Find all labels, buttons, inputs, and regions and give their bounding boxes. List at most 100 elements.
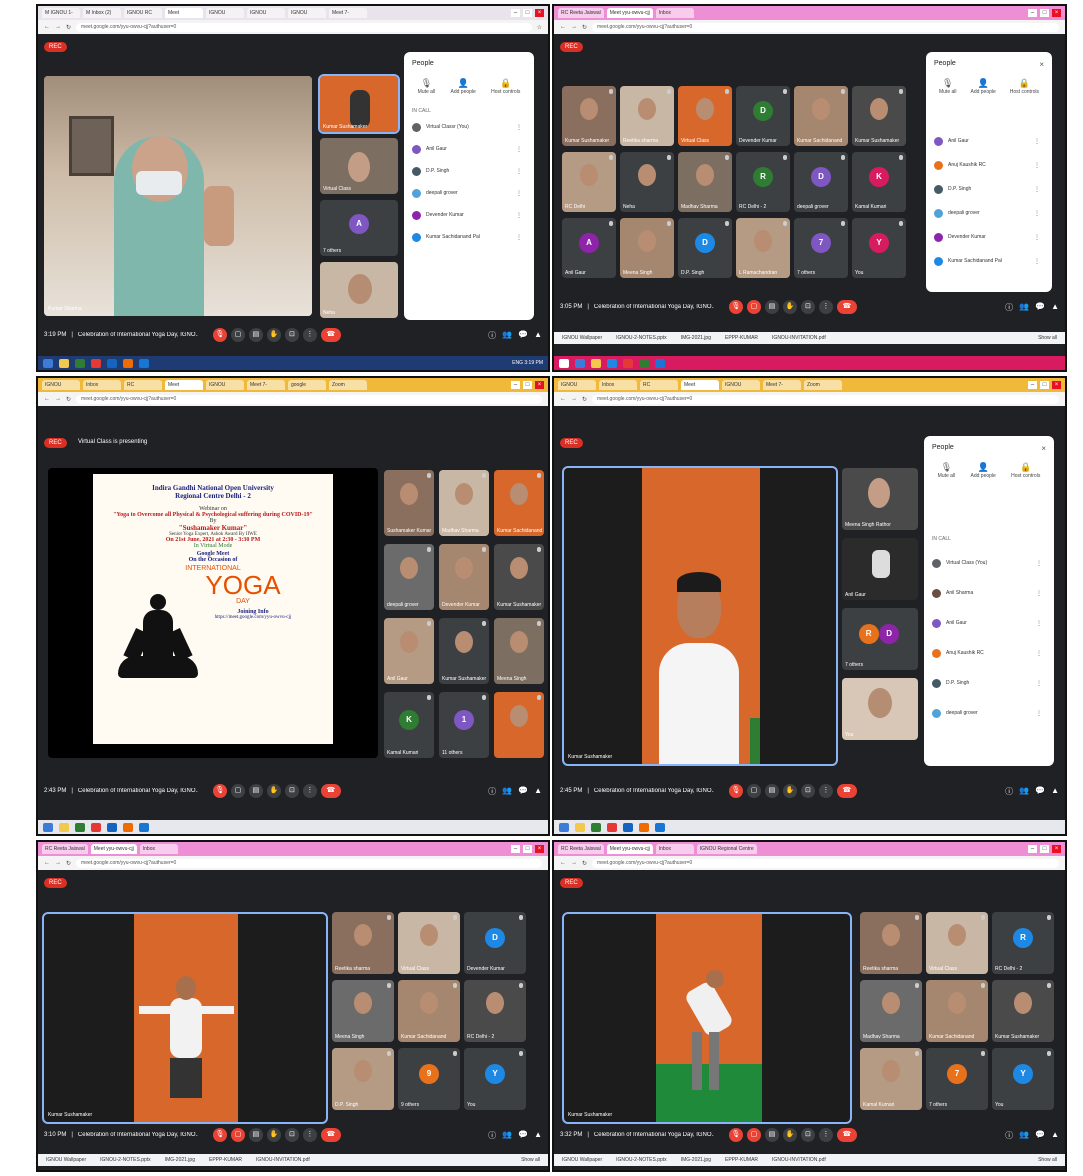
row-actions-icon[interactable]: ⋮ bbox=[516, 212, 526, 219]
browser-tab[interactable]: Inbox bbox=[655, 8, 694, 18]
captions-icon[interactable]: ▤ bbox=[248, 1128, 263, 1142]
maximize-icon[interactable]: □ bbox=[1040, 9, 1049, 17]
app-icon[interactable] bbox=[639, 822, 649, 832]
browser-tab[interactable]: IGNOU bbox=[42, 380, 80, 390]
activities-icon[interactable]: ▲ bbox=[534, 786, 542, 797]
participant-row[interactable]: D.P. Singh ⋮ bbox=[412, 164, 526, 178]
captions-icon[interactable]: ▤ bbox=[248, 328, 263, 342]
participant-tile[interactable]: D.P. Singh bbox=[332, 1048, 394, 1110]
participant-row[interactable]: Devender Kumar ⋮ bbox=[934, 230, 1044, 244]
camera-icon[interactable]: ▢ bbox=[230, 784, 245, 798]
more-options-icon[interactable]: ⋮ bbox=[302, 1128, 317, 1142]
back-icon[interactable]: ← bbox=[560, 860, 566, 866]
download-item[interactable]: IGNOU-INVITATION.pdf bbox=[256, 1157, 310, 1163]
participant-tile[interactable]: Madhav Sharma bbox=[860, 980, 922, 1042]
row-actions-icon[interactable]: ⋮ bbox=[516, 124, 526, 131]
browser-tab[interactable]: IGNOU bbox=[722, 380, 760, 390]
forward-icon[interactable]: → bbox=[571, 860, 577, 866]
end-call-button[interactable]: ☎ bbox=[836, 1128, 857, 1142]
participant-tile[interactable] bbox=[494, 692, 544, 758]
participant-tile[interactable]: K Kamal Kumari bbox=[384, 692, 434, 758]
browser-tab-active[interactable]: Meet bbox=[165, 8, 203, 18]
present-icon[interactable]: ⊡ bbox=[284, 784, 299, 798]
participant-tile[interactable]: K Kamal Kumari bbox=[852, 152, 906, 212]
download-item[interactable]: IGNOU-2-NOTES.pptx bbox=[616, 1157, 667, 1163]
browser-tab[interactable]: Inbox bbox=[599, 380, 637, 390]
participant-row[interactable]: Anuj Kaushik RC ⋮ bbox=[934, 158, 1044, 172]
activities-icon[interactable]: ▲ bbox=[1051, 786, 1059, 797]
participant-tile[interactable]: L Ramachandran bbox=[736, 218, 790, 278]
participant-row[interactable]: Anil Sharma ⋮ bbox=[932, 586, 1046, 600]
forward-icon[interactable]: → bbox=[571, 396, 577, 402]
browser-tab[interactable]: Zoom bbox=[329, 380, 367, 390]
minimize-icon[interactable]: – bbox=[1028, 845, 1037, 853]
chat-icon[interactable]: 💬 bbox=[1035, 1130, 1045, 1141]
end-call-button[interactable]: ☎ bbox=[320, 784, 341, 798]
more-options-icon[interactable]: ⋮ bbox=[302, 328, 317, 342]
chat-icon[interactable]: 💬 bbox=[518, 1130, 528, 1141]
browser-tab-active[interactable]: Meet bbox=[681, 380, 719, 390]
minimize-icon[interactable]: – bbox=[1028, 9, 1037, 17]
browser-tab-active[interactable]: Meet yyu-owvu-cjj bbox=[606, 844, 653, 854]
browser-tab[interactable]: Inbox bbox=[83, 380, 121, 390]
download-item[interactable]: IGNOU Wallpaper bbox=[46, 1157, 86, 1163]
browser-tab[interactable]: google bbox=[288, 380, 326, 390]
url-field[interactable]: meet.google.com/yyu-owvu-cjj?authuser=0 bbox=[76, 858, 542, 868]
minimize-icon[interactable]: – bbox=[511, 381, 520, 389]
participant-tile[interactable]: Kumar Sushamaker bbox=[439, 618, 489, 684]
back-icon[interactable]: ← bbox=[560, 396, 566, 402]
captions-icon[interactable]: ▤ bbox=[764, 1128, 779, 1142]
people-icon[interactable]: 👥 bbox=[1019, 1130, 1029, 1141]
participant-tile[interactable]: A 7 others bbox=[320, 200, 398, 256]
excel-icon[interactable] bbox=[75, 358, 85, 368]
participant-tile[interactable]: Virtual Class bbox=[398, 912, 460, 974]
download-item[interactable]: IGNOU-INVITATION.pdf bbox=[772, 335, 826, 341]
minimize-icon[interactable]: – bbox=[511, 9, 520, 17]
browser-tab-active[interactable]: Meet bbox=[165, 380, 203, 390]
participant-tile[interactable]: Kumar Sushamaker bbox=[562, 86, 616, 146]
close-icon[interactable]: × bbox=[535, 9, 544, 17]
excel-icon[interactable] bbox=[639, 358, 649, 368]
info-icon[interactable]: ⓘ bbox=[1005, 1130, 1013, 1141]
participant-tile[interactable]: Kumar Sachidanand bbox=[926, 980, 988, 1042]
browser-tab[interactable]: IGNOU bbox=[288, 8, 326, 18]
participant-row[interactable]: deepali grover ⋮ bbox=[412, 186, 526, 200]
captions-icon[interactable]: ▤ bbox=[764, 784, 779, 798]
raise-hand-icon[interactable]: ✋ bbox=[782, 300, 797, 314]
ie-icon[interactable] bbox=[623, 822, 633, 832]
participant-tile[interactable]: Reetika sharma bbox=[860, 912, 922, 974]
activities-icon[interactable]: ▲ bbox=[534, 1130, 542, 1141]
chat-icon[interactable]: 💬 bbox=[1035, 786, 1045, 797]
folder-icon[interactable] bbox=[575, 822, 585, 832]
ie-icon[interactable] bbox=[107, 358, 117, 368]
people-icon[interactable]: 👥 bbox=[502, 1130, 512, 1141]
participant-tile[interactable]: D Devender Kumar bbox=[464, 912, 526, 974]
participant-tile[interactable]: RC Delhi - 2 bbox=[464, 980, 526, 1042]
browser-tab[interactable]: RC Reeta Jaiswal bbox=[558, 844, 604, 854]
participant-tile[interactable]: R RC Delhi - 2 bbox=[736, 152, 790, 212]
reload-icon[interactable]: ↻ bbox=[582, 396, 587, 403]
participant-tile[interactable]: Kumar Sushamaker bbox=[852, 86, 906, 146]
download-item[interactable]: IGNOU-2-NOTES.pptx bbox=[100, 1157, 151, 1163]
participant-tile[interactable]: Kamal Kumari bbox=[860, 1048, 922, 1110]
download-item[interactable]: IMG-2021.jpg bbox=[681, 335, 711, 341]
download-item[interactable]: EPPP-KUMAR bbox=[725, 1157, 758, 1163]
chrome-icon[interactable] bbox=[623, 358, 633, 368]
mic-off-icon[interactable]: 🎙 bbox=[728, 1128, 743, 1142]
people-icon[interactable]: 👥 bbox=[502, 786, 512, 797]
participant-tile[interactable]: R D 7 others bbox=[842, 608, 918, 670]
raise-hand-icon[interactable]: ✋ bbox=[782, 784, 797, 798]
raise-hand-icon[interactable]: ✋ bbox=[266, 328, 281, 342]
mute-all-button[interactable]: 🎙 Mute all bbox=[939, 78, 957, 95]
edge-icon[interactable] bbox=[607, 358, 617, 368]
participant-tile[interactable]: A Anil Gaur bbox=[562, 218, 616, 278]
reload-icon[interactable]: ↻ bbox=[66, 24, 71, 31]
browser-tab[interactable]: RC bbox=[124, 380, 162, 390]
participant-tile[interactable]: D Devender Kumar bbox=[736, 86, 790, 146]
chrome-icon[interactable] bbox=[91, 822, 101, 832]
download-item[interactable]: IMG-2021.jpg bbox=[165, 1157, 195, 1163]
mic-off-icon[interactable]: 🎙 bbox=[212, 328, 227, 342]
search-icon[interactable] bbox=[575, 358, 585, 368]
close-panel-icon[interactable]: × bbox=[1039, 60, 1044, 69]
participant-tile[interactable]: Meena Singh Rathor bbox=[842, 468, 918, 530]
